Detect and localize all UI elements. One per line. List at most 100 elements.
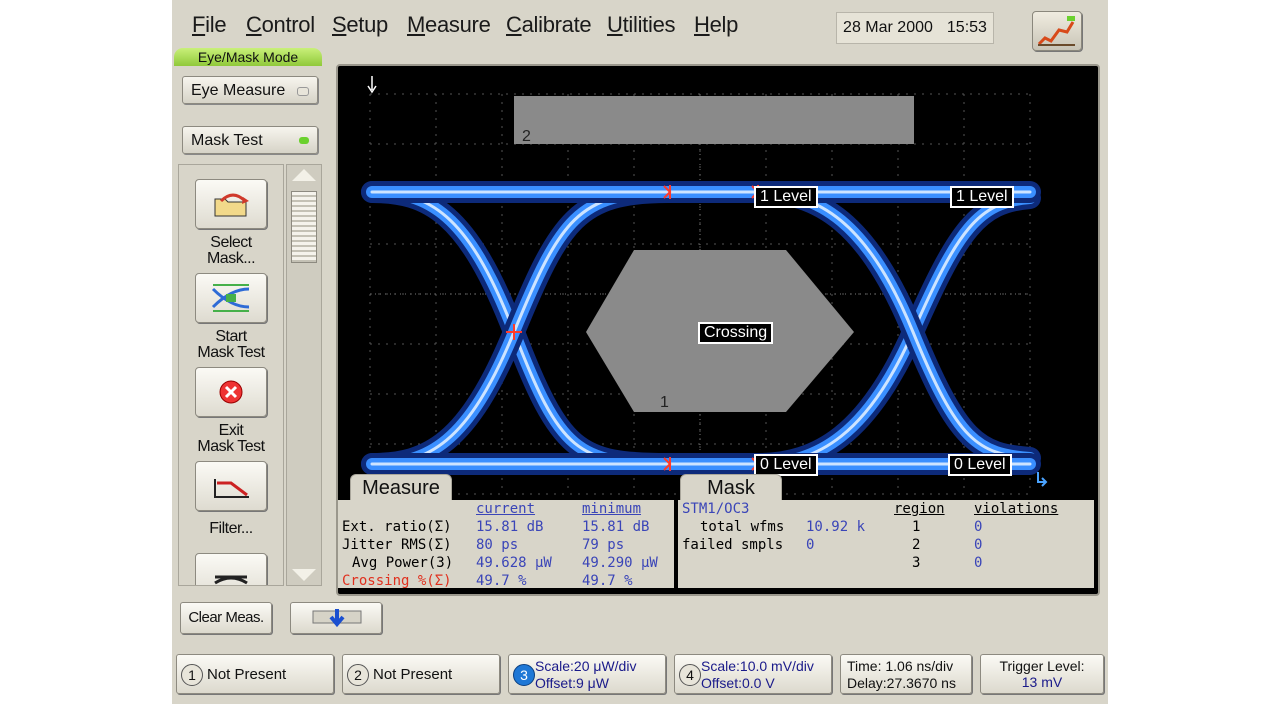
mask-region-2-label: 2 [522,128,531,145]
menu-calibrate[interactable]: Calibrate [506,12,592,38]
waveform-icon [195,553,267,585]
avg-power-current: 49.628 μW [476,555,552,571]
zero-level-marker-right: 0 Level [948,454,1012,476]
mask-tab[interactable]: Mask [680,474,782,501]
filter-tool[interactable]: Filter... [179,453,283,537]
crossing-label: Crossing %(Σ) [342,573,452,589]
mask-panel: STM1/OC3 total wfms 10.92 k failed smpls… [678,500,1094,588]
menu-measure[interactable]: Measure [407,12,491,38]
channel-3-offset: Offset:9 μW [535,675,609,691]
more-tool[interactable] [179,545,283,585]
violations-2: 0 [974,537,983,553]
date-text: 28 Mar 2000 [843,19,933,36]
menu-bar: File Control Setup Measure Calibrate Uti… [172,0,1108,51]
eye-mask-mode-tab[interactable]: Eye/Mask Mode [174,48,322,66]
mask-test-label: Mask Test [191,132,263,149]
one-level-marker-right: 1 Level [950,186,1014,208]
move-panel-button[interactable] [290,602,382,634]
trigger-level-value: 13 mV [1021,674,1063,690]
filter-label: Filter... [209,520,253,537]
ext-ratio-minimum: 15.81 dB [582,519,650,535]
mask-standard-name: STM1/OC3 [682,501,750,517]
select-mask-tool[interactable]: Select Mask... [179,171,283,267]
channel-4-button[interactable]: 4 Scale:10.0 mV/div Offset:0.0 V [674,654,832,694]
one-level-marker-left: 1 Level [754,186,818,208]
menu-help[interactable]: Help [694,12,738,38]
channel-1-number: 1 [181,664,203,686]
scroll-down-icon[interactable] [292,569,316,581]
current-header: current [476,501,536,517]
time-text: 15:53 [946,19,987,36]
mask-tools-panel: Select Mask... Start Mask Test Exit Mask… [178,164,284,586]
region-1: 1 [912,519,921,535]
start-mask-label-1: Start [215,328,247,345]
clear-measurements-button[interactable]: Clear Meas. [180,602,272,634]
channel-4-number: 4 [679,664,701,686]
total-wfms-label: total wfms [700,519,785,535]
start-mask-test-tool[interactable]: Start Mask Test [179,265,283,361]
mask-region-2 [514,96,914,144]
eye-measure-button[interactable]: Eye Measure [182,76,318,104]
filter-icon [195,461,267,511]
channel-4-offset: Offset:0.0 V [701,675,775,691]
channel-3-button[interactable]: 3 Scale:20 μW/div Offset:9 μW [508,654,666,694]
violations-header: violations [974,501,1059,517]
menu-control[interactable]: Control [246,12,315,38]
channel-4-scale: Scale:10.0 mV/div [701,658,814,674]
violations-1: 0 [974,519,983,535]
timebase-button[interactable]: Time: 1.06 ns/div Delay:27.3670 ns [840,654,972,694]
menu-file[interactable]: File [192,12,227,38]
trigger-arrow-icon [367,76,377,94]
channel-2-button[interactable]: 2 Not Present [342,654,500,694]
stop-icon [195,367,267,417]
channel-1-button[interactable]: 1 Not Present [176,654,334,694]
channel-3-scale: Scale:20 μW/div [535,658,637,674]
jitter-minimum: 79 ps [582,537,625,553]
crossing-current: 49.7 % [476,573,527,589]
trigger-level-button[interactable]: Trigger Level: 13 mV [980,654,1104,694]
chart-toggle-button[interactable] [1032,11,1082,51]
region-2: 2 [912,537,921,553]
folder-open-icon [195,179,267,229]
minimum-header: minimum [582,501,642,517]
measure-panel: current minimum Ext. ratio(Σ) 15.81 dB 1… [338,500,674,589]
ext-ratio-label: Ext. ratio(Σ) [342,519,452,535]
region-3: 3 [912,555,921,571]
zero-level-marker-left: 0 Level [754,454,818,476]
channel-3-number: 3 [513,664,535,686]
arrow-down-icon [312,609,362,628]
menu-utilities[interactable]: Utilities [607,12,676,38]
failed-smpls-label: failed smpls [682,537,784,553]
date-time-display: 28 Mar 2000 15:53 [836,12,994,44]
exit-mask-label-1: Exit [218,422,244,439]
mask-eye-icon [195,273,267,323]
avg-power-label: Avg Power(3) [352,555,454,571]
delay-value: Delay:27.3670 ns [847,675,956,691]
indicator-led [297,87,309,96]
total-wfms-value: 10.92 k [806,519,866,535]
scroll-thumb[interactable] [291,191,317,263]
eye-measure-label: Eye Measure [191,82,286,99]
chart-icon [1037,16,1075,46]
channel-2-number: 2 [347,664,369,686]
measure-tab[interactable]: Measure [350,474,452,501]
crossing-marker: Crossing [698,322,774,344]
violations-3: 0 [974,555,983,571]
jitter-current: 80 ps [476,537,519,553]
exit-mask-test-tool[interactable]: Exit Mask Test [179,359,283,455]
channel-2-status: Not Present [373,666,453,683]
tools-scrollbar[interactable] [286,164,322,586]
ext-ratio-current: 15.81 dB [476,519,544,535]
mask-test-button[interactable]: Mask Test [182,126,318,154]
jitter-label: Jitter RMS(Σ) [342,537,452,553]
scroll-up-icon[interactable] [292,169,316,181]
region-header: region [894,501,945,517]
time-per-div: Time: 1.06 ns/div [847,658,954,674]
scope-application: File Control Setup Measure Calibrate Uti… [172,0,1108,704]
select-mask-label-1: Select [210,234,252,251]
menu-setup[interactable]: Setup [332,12,388,38]
channel-1-status: Not Present [207,666,287,683]
active-led [299,137,309,144]
failed-smpls-value: 0 [806,537,815,553]
avg-power-minimum: 49.290 μW [582,555,658,571]
